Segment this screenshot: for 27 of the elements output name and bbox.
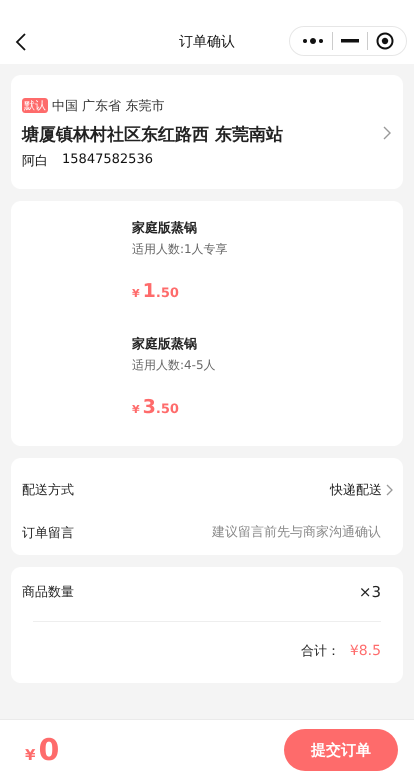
page-title: 订单确认 (179, 33, 235, 51)
product-name: 家庭版蒸锅 (132, 336, 198, 353)
total-value: ¥8.5 (350, 643, 381, 659)
payable-amount: ¥0 (25, 732, 60, 768)
product-price: ¥1.50 (132, 280, 180, 302)
option-label: 配送方式 (22, 482, 74, 498)
contact-phone: 15847582536 (62, 152, 153, 168)
address-card[interactable]: 默认 中国 广东省 东莞市 塘厦镇林村社区东红路西 东莞南站 阿白 15847582536 (11, 75, 403, 189)
address-region: 中国 广东省 东莞市 (52, 98, 164, 114)
close-icon[interactable] (376, 32, 394, 50)
product-spec: 适用人数:1人专享 (132, 241, 229, 258)
minimize-icon[interactable] (341, 39, 359, 43)
back-icon (14, 32, 28, 52)
product-spec: 适用人数:4-5人 (132, 357, 217, 374)
quantity-value: ×3 (358, 583, 381, 601)
quantity-label: 商品数量 (22, 584, 74, 601)
chevron-icon (386, 484, 393, 496)
option-label: 订单留言 (22, 524, 74, 542)
more-icon[interactable] (302, 36, 324, 46)
product-name: 家庭版蒸锅 (132, 220, 198, 237)
product-price: ¥3.50 (132, 396, 180, 418)
chevron-icon (383, 126, 391, 140)
delivery-select[interactable]: 快递配送 (330, 480, 393, 498)
contact-name: 阿白 (22, 152, 48, 170)
address-detail: 塘厦镇林村社区东红路西 东莞南站 (22, 124, 284, 146)
total-label: 合计： (300, 643, 340, 660)
default-tag: 默认 (22, 98, 48, 113)
